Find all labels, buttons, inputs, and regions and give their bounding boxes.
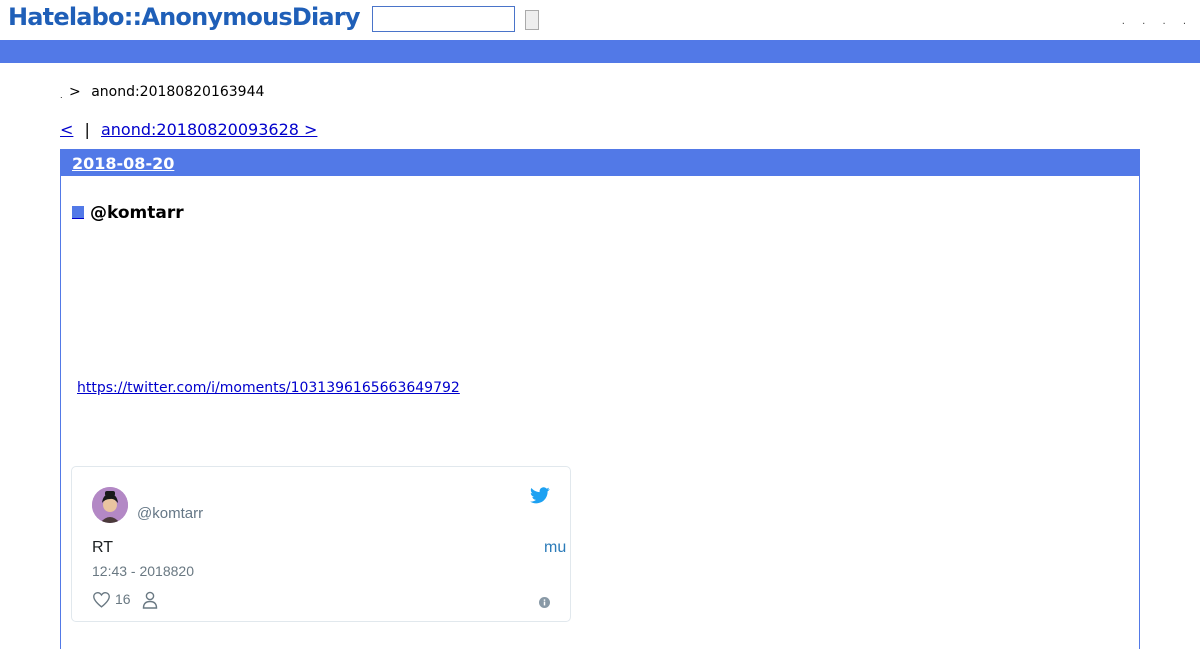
embedded-tweet[interactable]: @komtarr RT mu 12:43 - 2018820 16: [71, 466, 571, 622]
tweet-handle[interactable]: @komtarr: [137, 505, 203, 522]
header-link[interactable]: .: [1122, 16, 1125, 27]
info-icon[interactable]: [539, 595, 550, 613]
pager-separator: |: [84, 120, 90, 139]
section-title: @komtarr: [72, 203, 184, 223]
header-bar: [0, 40, 1200, 63]
tweet-link[interactable]: mu: [544, 539, 566, 557]
header-link[interactable]: .: [1183, 16, 1186, 27]
avatar[interactable]: [92, 487, 128, 523]
twitter-bird-icon[interactable]: [530, 487, 550, 509]
day-header: 2018-08-20: [61, 150, 1139, 176]
next-entry-link[interactable]: anond:20180820093628 >: [101, 120, 317, 139]
header-link[interactable]: .: [1162, 16, 1165, 27]
search-input[interactable]: [372, 6, 515, 32]
header-link[interactable]: .: [1142, 16, 1145, 27]
header-links: . . . .: [1108, 16, 1186, 27]
day-date[interactable]: 2018-08-20: [72, 154, 174, 173]
pager: < | anond:20180820093628 >: [60, 120, 317, 139]
day-section: 2018-08-20 @komtarr https://twitter.com/…: [60, 149, 1140, 649]
prev-link[interactable]: <: [60, 120, 73, 139]
search-button[interactable]: [525, 10, 539, 30]
heart-icon[interactable]: [92, 591, 111, 613]
breadcrumb-home[interactable]: .: [60, 91, 63, 100]
site-header: Hatelabo::AnonymousDiary . . . .: [0, 0, 1200, 40]
moments-link[interactable]: https://twitter.com/i/moments/1031396165…: [77, 380, 460, 396]
site-logo[interactable]: Hatelabo::AnonymousDiary: [8, 3, 360, 31]
tweet-text: RT: [92, 539, 114, 556]
like-count: 16: [115, 591, 131, 607]
person-icon[interactable]: [142, 591, 158, 614]
section-anchor-icon[interactable]: [72, 203, 90, 223]
breadcrumb: . > anond:20180820163944: [60, 84, 264, 100]
tweet-timestamp[interactable]: 12:43 - 2018820: [92, 563, 194, 579]
breadcrumb-current: anond:20180820163944: [91, 84, 265, 100]
breadcrumb-separator: >: [69, 84, 81, 100]
section-title-text: @komtarr: [90, 203, 184, 223]
